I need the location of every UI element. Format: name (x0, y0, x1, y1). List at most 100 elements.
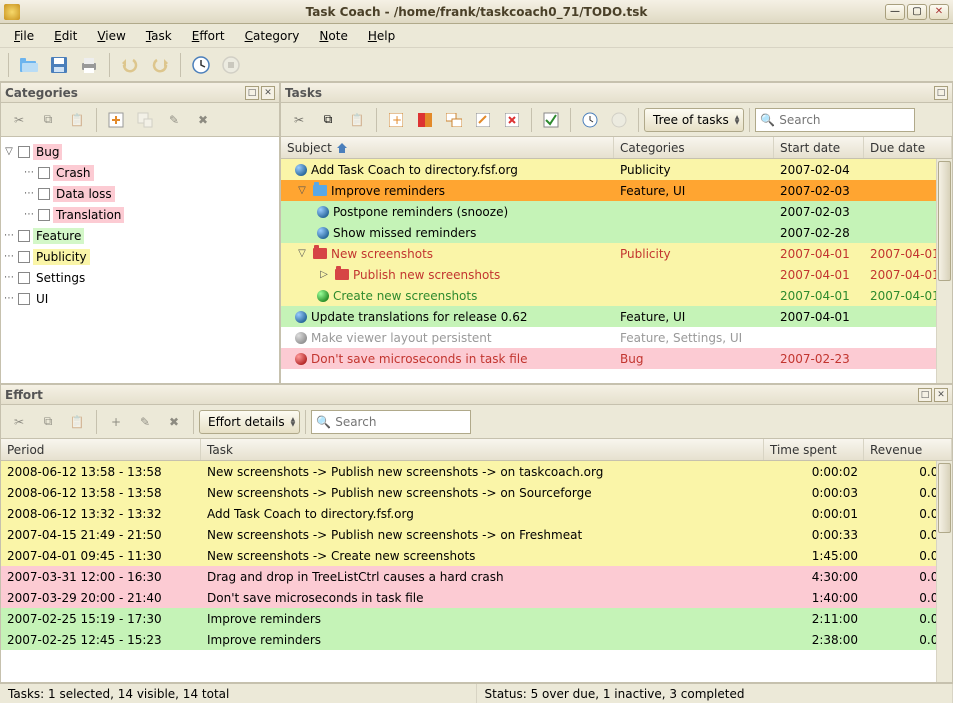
tasks-search[interactable]: 🔍 (755, 108, 915, 132)
delete-effort-icon[interactable]: ✖ (160, 408, 188, 436)
expand-icon[interactable]: ▽ (3, 146, 15, 157)
effort-row[interactable]: 2007-02-25 15:19 - 17:30Improve reminder… (1, 608, 952, 629)
pane-close-icon[interactable]: ✕ (261, 86, 275, 100)
task-row[interactable]: Show missed reminders2007-02-28 (281, 222, 952, 243)
pane-close-icon[interactable]: ✕ (934, 388, 948, 402)
checkbox[interactable] (18, 146, 30, 158)
menu-effort[interactable]: Effort (184, 27, 233, 45)
task-row[interactable]: ▽Improve remindersFeature, UI2007-02-03 (281, 180, 952, 201)
open-icon[interactable] (15, 51, 43, 79)
edit-effort-icon[interactable]: ✎ (131, 408, 159, 436)
checkbox[interactable] (38, 209, 50, 221)
print-icon[interactable] (75, 51, 103, 79)
col-task[interactable]: Task (201, 439, 764, 460)
start-effort-icon[interactable] (576, 106, 604, 134)
tasks-table[interactable]: Subject Categories Start date Due date A… (281, 137, 952, 383)
effort-row[interactable]: 2007-03-31 12:00 - 16:30Drag and drop in… (1, 566, 952, 587)
checkbox[interactable] (38, 188, 50, 200)
effort-row[interactable]: 2007-04-15 21:49 - 21:50New screenshots … (1, 524, 952, 545)
category-item[interactable]: ⋯Settings (3, 267, 277, 288)
checkbox[interactable] (18, 230, 30, 242)
category-item[interactable]: ▽Bug (3, 141, 277, 162)
new-task-icon[interactable]: + (382, 106, 410, 134)
col-start-date[interactable]: Start date (774, 137, 864, 158)
menu-note[interactable]: Note (311, 27, 355, 45)
pane-max-icon[interactable]: □ (934, 86, 948, 100)
effort-search-input[interactable] (335, 415, 466, 429)
stop-clock-icon[interactable] (217, 51, 245, 79)
checkbox[interactable] (18, 293, 30, 305)
delete-task-icon[interactable] (498, 106, 526, 134)
cut-icon[interactable]: ✂ (5, 106, 33, 134)
new-category-icon[interactable] (102, 106, 130, 134)
view-selector[interactable]: Tree of tasks ▲▼ (644, 108, 744, 132)
effort-row[interactable]: 2007-04-01 09:45 - 11:30New screenshots … (1, 545, 952, 566)
tasks-scrollbar[interactable] (936, 159, 952, 383)
col-time-spent[interactable]: Time spent (764, 439, 864, 460)
categories-tree[interactable]: ▽Bug⋯Crash⋯Data loss⋯Translation⋯Feature… (1, 137, 279, 383)
copy-icon[interactable]: ⧉ (34, 106, 62, 134)
task-row[interactable]: Make viewer layout persistentFeature, Se… (281, 327, 952, 348)
minimize-button[interactable]: — (885, 4, 905, 20)
maximize-button[interactable]: ▢ (907, 4, 927, 20)
col-subject[interactable]: Subject (281, 137, 614, 158)
expand-icon[interactable]: ▽ (295, 185, 309, 196)
effort-scrollbar[interactable] (936, 461, 952, 682)
col-revenue[interactable]: Revenue (864, 439, 952, 460)
effort-row[interactable]: 2008-06-12 13:32 - 13:32Add Task Coach t… (1, 503, 952, 524)
checkbox[interactable] (18, 251, 30, 263)
mark-complete-icon[interactable] (537, 106, 565, 134)
tasks-search-input[interactable] (779, 113, 910, 127)
new-subcategory-icon[interactable] (131, 106, 159, 134)
cut-icon[interactable]: ✂ (285, 106, 313, 134)
task-row[interactable]: Postpone reminders (snooze)2007-02-03 (281, 201, 952, 222)
stop-effort-icon[interactable] (605, 106, 633, 134)
close-button[interactable]: ✕ (929, 4, 949, 20)
pane-max-icon[interactable]: □ (245, 86, 259, 100)
category-item[interactable]: ⋯UI (3, 288, 277, 309)
redo-icon[interactable] (146, 51, 174, 79)
task-row[interactable]: Add Task Coach to directory.fsf.orgPubli… (281, 159, 952, 180)
priority-icon[interactable] (411, 106, 439, 134)
menu-view[interactable]: View (89, 27, 133, 45)
effort-table[interactable]: Period Task Time spent Revenue 2008-06-1… (1, 439, 952, 682)
checkbox[interactable] (18, 272, 30, 284)
task-row[interactable]: Create new screenshots2007-04-012007-04-… (281, 285, 952, 306)
menu-help[interactable]: Help (360, 27, 403, 45)
undo-icon[interactable] (116, 51, 144, 79)
effort-row[interactable]: 2008-06-12 13:58 - 13:58New screenshots … (1, 482, 952, 503)
category-item[interactable]: ⋯Publicity (3, 246, 277, 267)
edit-icon[interactable]: ✎ (160, 106, 188, 134)
task-row[interactable]: ▽New screenshotsPublicity2007-04-012007-… (281, 243, 952, 264)
effort-row[interactable]: 2007-02-25 12:45 - 15:23Improve reminder… (1, 629, 952, 650)
copy-icon[interactable]: ⧉ (34, 408, 62, 436)
paste-icon[interactable]: 📋 (343, 106, 371, 134)
col-period[interactable]: Period (1, 439, 201, 460)
col-due-date[interactable]: Due date (864, 137, 952, 158)
effort-row[interactable]: 2007-03-29 20:00 - 21:40Don't save micro… (1, 587, 952, 608)
pane-max-icon[interactable]: □ (918, 388, 932, 402)
task-row[interactable]: ▷Publish new screenshots2007-04-012007-0… (281, 264, 952, 285)
menu-file[interactable]: File (6, 27, 42, 45)
category-item[interactable]: ⋯Data loss (3, 183, 277, 204)
task-row[interactable]: Don't save microseconds in task fileBug2… (281, 348, 952, 369)
expand-icon[interactable]: ▷ (317, 269, 331, 280)
category-item[interactable]: ⋯Feature (3, 225, 277, 246)
paste-icon[interactable]: 📋 (63, 106, 91, 134)
task-row[interactable]: Update translations for release 0.62Feat… (281, 306, 952, 327)
paste-icon[interactable]: 📋 (63, 408, 91, 436)
menu-edit[interactable]: Edit (46, 27, 85, 45)
menu-task[interactable]: Task (138, 27, 180, 45)
save-icon[interactable] (45, 51, 73, 79)
menu-category[interactable]: Category (237, 27, 308, 45)
clock-icon[interactable] (187, 51, 215, 79)
category-item[interactable]: ⋯Crash (3, 162, 277, 183)
new-effort-icon[interactable]: + (102, 408, 130, 436)
cut-icon[interactable]: ✂ (5, 408, 33, 436)
delete-icon[interactable]: ✖ (189, 106, 217, 134)
copy-icon[interactable]: ⧉ (314, 106, 342, 134)
effort-search[interactable]: 🔍 (311, 410, 471, 434)
col-categories[interactable]: Categories (614, 137, 774, 158)
checkbox[interactable] (38, 167, 50, 179)
edit-task-icon[interactable] (469, 106, 497, 134)
